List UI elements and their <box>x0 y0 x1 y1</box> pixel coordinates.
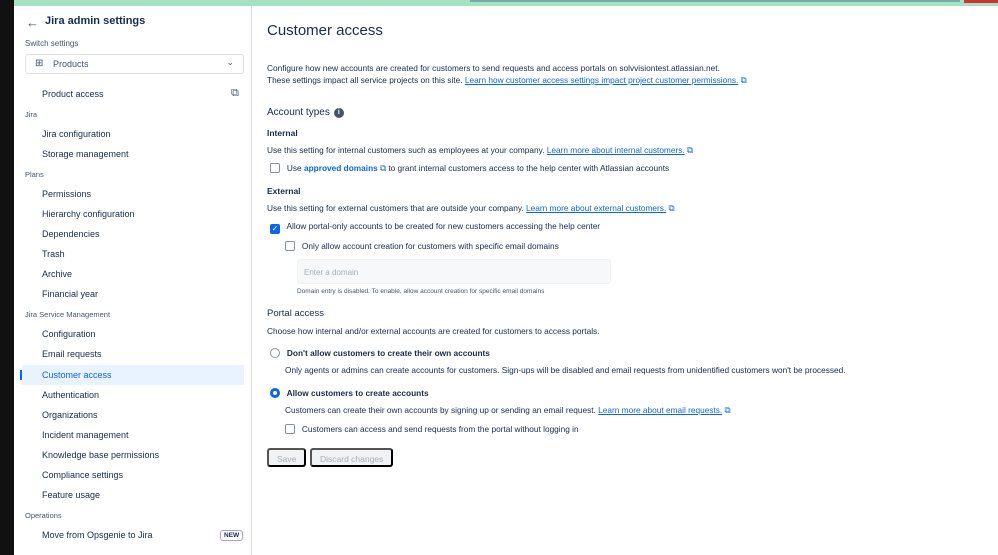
internal-desc: Use this setting for internal customers … <box>267 145 693 156</box>
external-link-icon: ⧉ <box>687 145 693 155</box>
account-types-label: Account types <box>267 107 330 118</box>
save-button[interactable]: Save <box>267 448 307 467</box>
external-link-icon[interactable]: ⧉ <box>231 87 239 100</box>
external-desc: Use this setting for external customers … <box>267 203 674 214</box>
settings-select[interactable]: ⊞ Products ⌄ <box>25 54 244 74</box>
cb-text-pre: Use <box>286 163 302 173</box>
sidebar-item[interactable]: Incident management <box>42 430 129 440</box>
radio-allow-label: Allow customers to create accounts <box>286 388 429 398</box>
portal-only-checkbox[interactable]: ✓ <box>270 224 280 234</box>
sidebar-item[interactable]: Move from Opsgenie to Jira <box>42 530 153 540</box>
opt2-desc-text: Customers can create their own accounts … <box>285 405 596 415</box>
sidebar-item[interactable]: Organizations <box>42 410 98 420</box>
sidebar-item-product-access[interactable]: Product access <box>42 89 104 99</box>
section-operations: Operations <box>25 511 62 520</box>
email-domains-label: Only allow account creation for customer… <box>301 241 559 251</box>
grid-icon: ⊞ <box>35 58 44 69</box>
email-domains-checkbox[interactable] <box>285 241 295 251</box>
chevron-down-icon: ⌄ <box>226 57 234 67</box>
portal-desc: Choose how internal and/or external acco… <box>267 326 600 336</box>
sidebar-item[interactable]: Archive <box>42 269 72 279</box>
no-login-label: Customers can access and send requests f… <box>301 424 579 434</box>
sidebar-item[interactable]: Feature usage <box>42 490 100 500</box>
sidebar-item[interactable]: Authentication <box>42 390 99 400</box>
no-login-checkbox[interactable] <box>285 424 295 434</box>
internal-desc-text: Use this setting for internal customers … <box>267 145 545 155</box>
section-jsm: Jira Service Management <box>25 310 111 319</box>
domain-input[interactable]: Enter a domain <box>297 259 611 284</box>
domain-help: Domain entry is disabled. To enable, all… <box>297 288 545 295</box>
external-heading: External <box>267 186 301 196</box>
intro-text: Configure how new accounts are created f… <box>267 63 720 73</box>
intro-text-2: These settings impact all service projec… <box>267 75 747 86</box>
section-plans: Plans <box>25 170 44 179</box>
external-link[interactable]: Learn more about external customers. <box>526 203 666 213</box>
domain-placeholder: Enter a domain <box>304 268 359 277</box>
window-edge <box>0 0 14 555</box>
radio-dont-allow[interactable] <box>270 348 280 358</box>
sidebar-item[interactable]: Configuration <box>42 329 96 339</box>
internal-checkbox-row: Use approved domains ⧉ to grant internal… <box>270 163 669 174</box>
internal-link[interactable]: Learn more about internal customers. <box>547 145 685 155</box>
opt2-desc: Customers can create their own accounts … <box>285 405 730 416</box>
sidebar-item[interactable]: Hierarchy configuration <box>42 209 135 219</box>
radio-opt1-row: Don't allow customers to create their ow… <box>270 348 490 358</box>
info-icon[interactable]: i <box>333 108 344 118</box>
email-domains-row: Only allow account creation for customer… <box>285 241 559 251</box>
radio-dont-allow-label: Don't allow customers to create their ow… <box>286 348 490 358</box>
approved-domains-checkbox[interactable] <box>270 163 280 173</box>
no-login-row: Customers can access and send requests f… <box>285 424 579 434</box>
sidebar-item[interactable]: Storage management <box>42 149 129 159</box>
sidebar-item[interactable]: Compliance settings <box>42 470 123 480</box>
approved-domains-link[interactable]: approved domains <box>304 163 378 173</box>
sidebar-item[interactable]: Dependencies <box>42 229 100 239</box>
portal-only-row: ✓ Allow portal-only accounts to be creat… <box>270 221 600 234</box>
internal-heading: Internal <box>267 128 298 138</box>
sidebar-item[interactable]: Jira configuration <box>42 129 111 139</box>
sidebar-item[interactable]: Email requests <box>42 349 102 359</box>
sidebar: ← Jira admin settings Switch settings ⊞ … <box>14 6 252 555</box>
active-indicator <box>20 370 22 380</box>
external-link-icon: ⧉ <box>380 163 387 173</box>
discard-button[interactable]: Discard changes <box>310 448 394 467</box>
new-badge: NEW <box>220 530 244 541</box>
browser-indicator <box>964 0 998 3</box>
portal-only-label: Allow portal-only accounts to be created… <box>286 221 601 231</box>
sidebar-title: Jira admin settings <box>45 15 146 27</box>
select-value: Products <box>53 59 89 69</box>
sidebar-item[interactable]: Knowledge base permissions <box>42 450 159 460</box>
sidebar-item-customer-access[interactable]: Customer access <box>42 370 112 380</box>
back-arrow-icon[interactable]: ← <box>26 15 39 30</box>
section-jira: Jira <box>25 110 38 119</box>
address-bar[interactable] <box>470 0 960 2</box>
portal-access-heading: Portal access <box>267 308 325 319</box>
external-link-icon: ⧉ <box>668 203 675 213</box>
external-desc-text: Use this setting for external customers … <box>267 203 524 213</box>
sidebar-item[interactable]: Trash <box>42 249 65 259</box>
radio-allow[interactable] <box>270 388 280 398</box>
sidebar-item[interactable]: Financial year <box>42 289 98 299</box>
switch-settings-label: Switch settings <box>25 39 79 48</box>
external-link-icon: ⧉ <box>724 405 731 415</box>
external-link-icon: ⧉ <box>740 75 747 85</box>
sidebar-item[interactable]: Permissions <box>42 189 91 199</box>
radio-opt2-row: Allow customers to create accounts <box>270 388 429 398</box>
intro-text-2-label: These settings impact all service projec… <box>267 75 463 85</box>
cb-text-post: to grant internal customers access to th… <box>388 163 670 173</box>
account-types-heading: Account types i <box>267 107 344 118</box>
opt1-desc: Only agents or admins can create account… <box>285 365 846 375</box>
intro-link[interactable]: Learn how customer access settings impac… <box>465 75 738 85</box>
email-requests-link[interactable]: Learn more about email requests. <box>598 405 722 415</box>
page-title: Customer access <box>267 22 383 39</box>
